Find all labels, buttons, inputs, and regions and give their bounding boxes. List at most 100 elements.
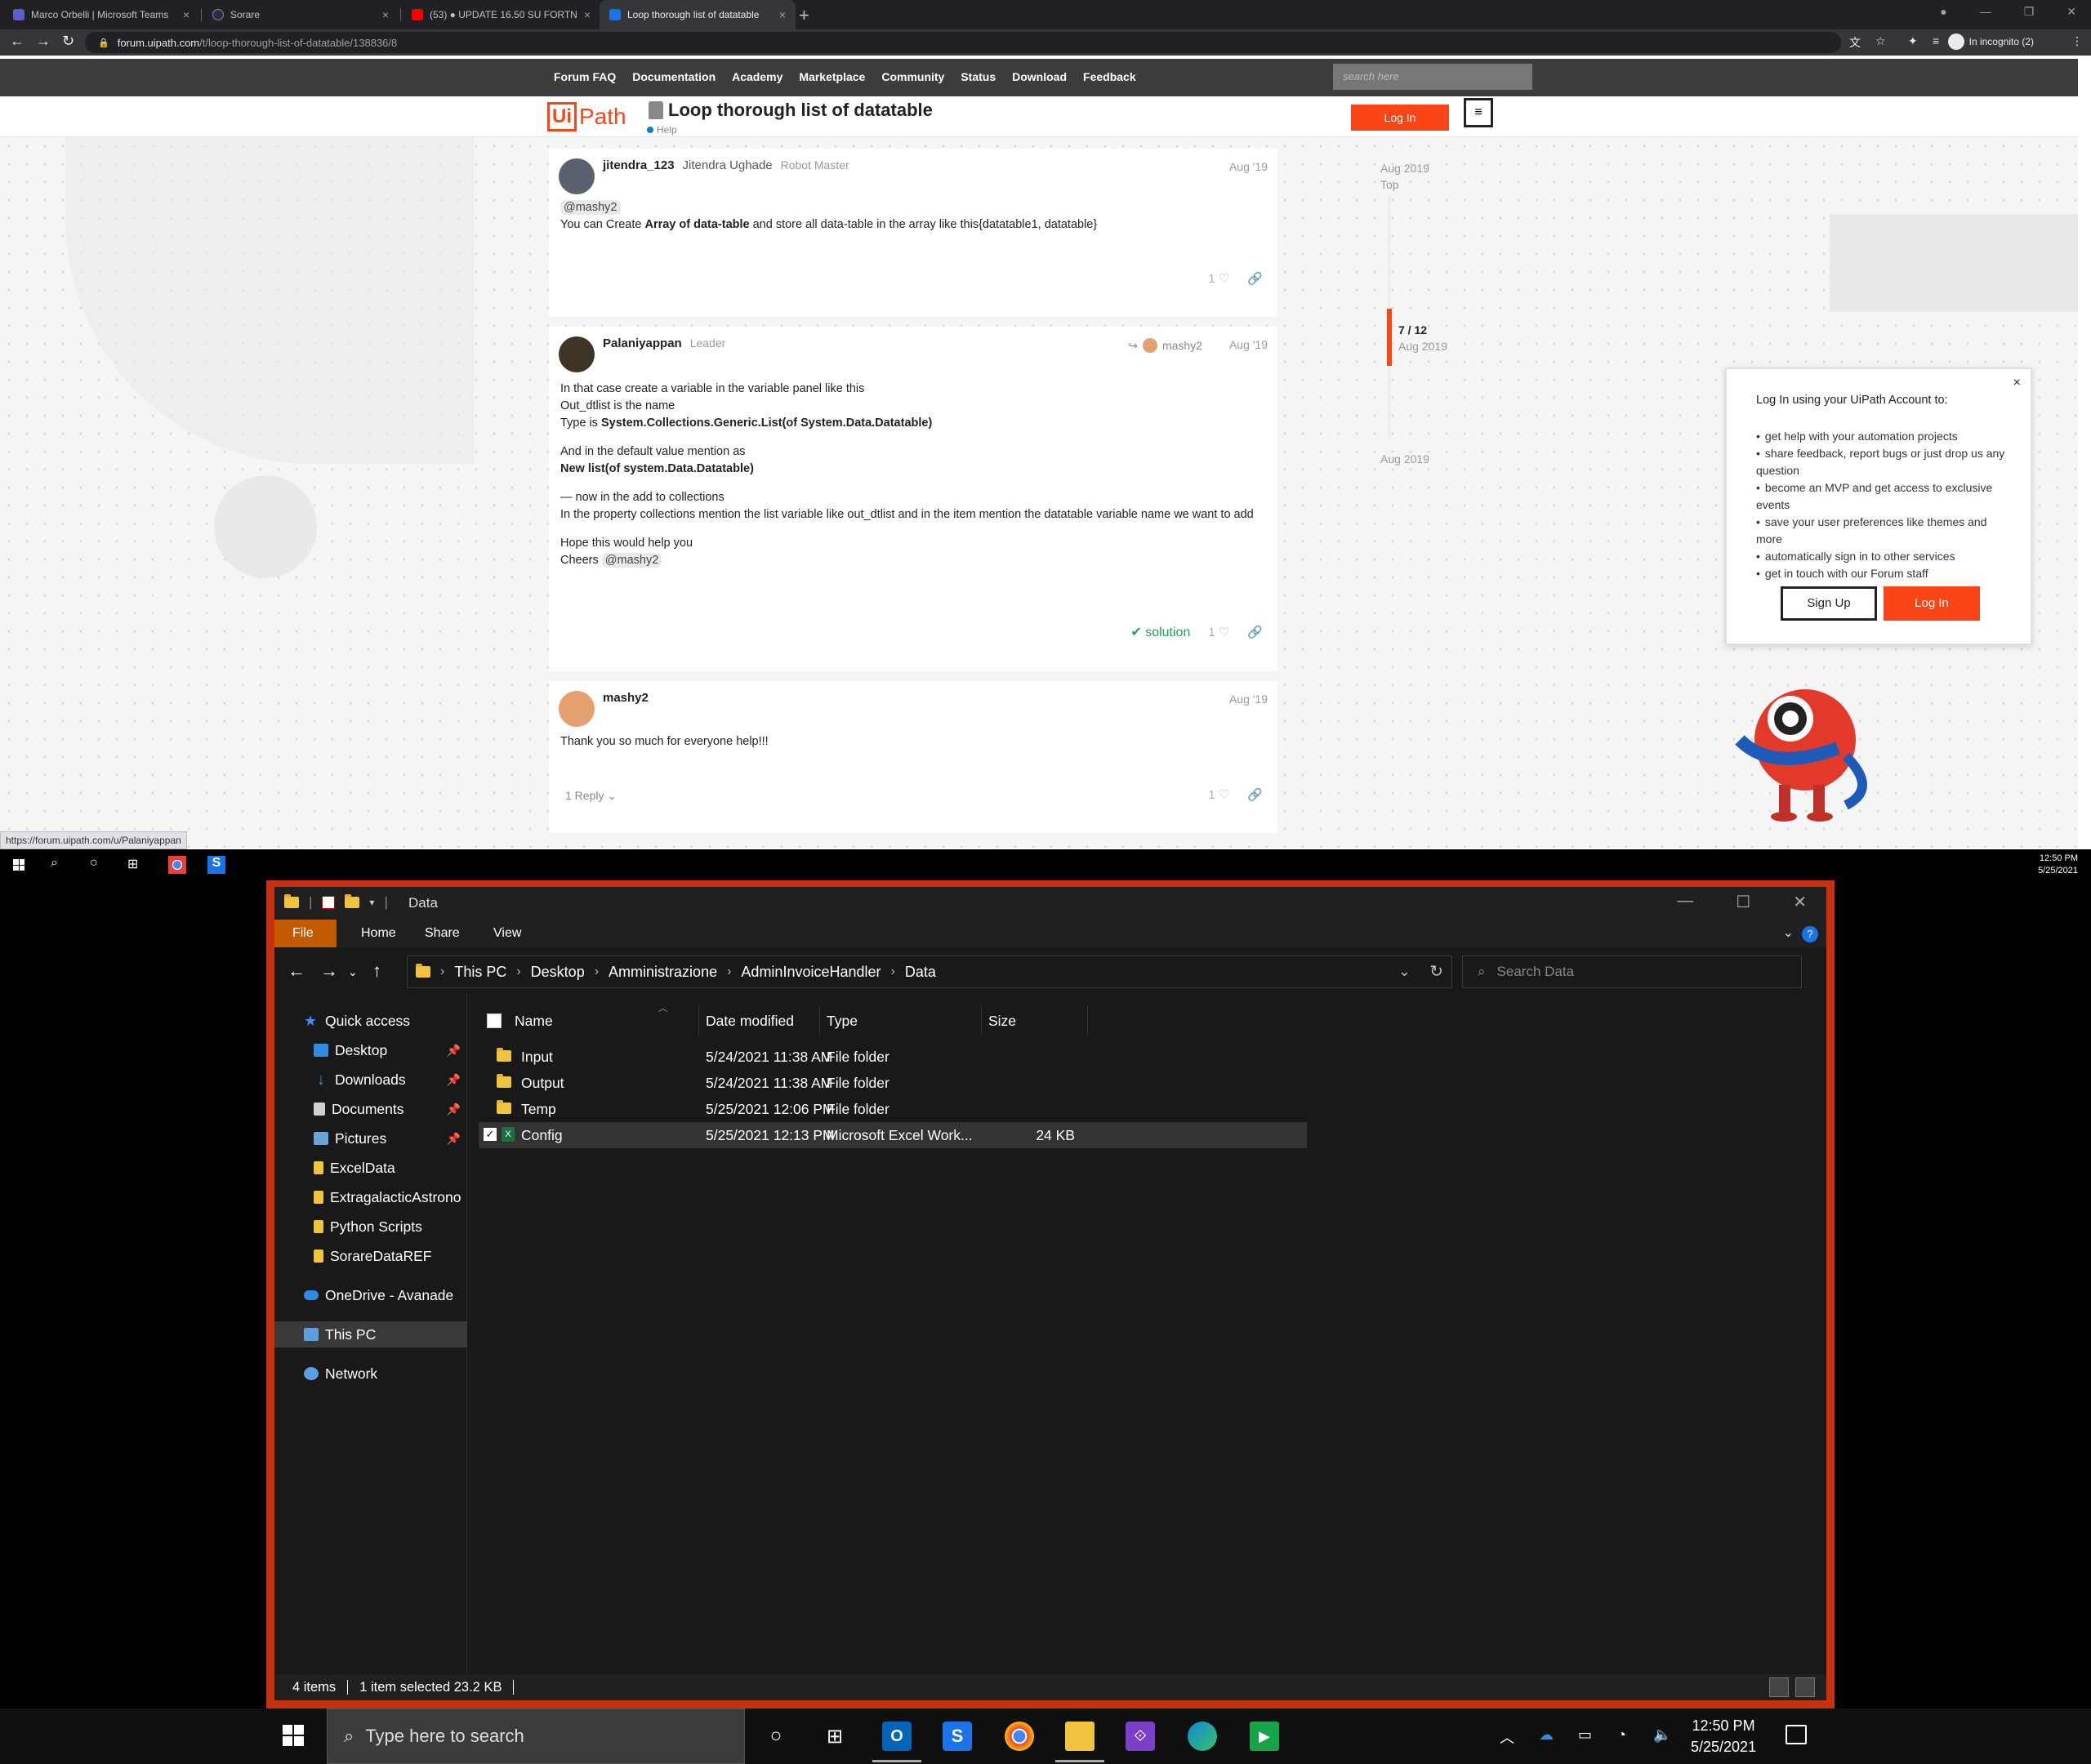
browser-menu-icon[interactable]: ⋮: [2071, 34, 2083, 48]
replies-toggle[interactable]: 1 Reply ⌄: [565, 789, 617, 803]
username-link[interactable]: Palaniyappan: [603, 336, 682, 350]
file-explorer-icon[interactable]: [1055, 1722, 1104, 1762]
search-icon[interactable]: ⌕: [51, 856, 58, 871]
cortana-icon[interactable]: ○: [90, 856, 98, 871]
bookmark-star-icon[interactable]: ☆: [1875, 34, 1886, 48]
properties-icon[interactable]: [322, 896, 336, 909]
file-row-config[interactable]: ✓ X Config 5/25/2021 12:13 PM Microsoft …: [479, 1122, 1307, 1148]
back-icon[interactable]: ←: [288, 960, 305, 982]
avatar[interactable]: [559, 158, 595, 194]
tab-youtube[interactable]: (53) ● UPDATE 16.50 SU FORTN ×: [402, 0, 598, 29]
breadcrumb-this-pc[interactable]: This PC: [454, 964, 506, 981]
column-header-size[interactable]: Size: [982, 1006, 1088, 1036]
post-date[interactable]: Aug '19: [1229, 693, 1268, 706]
row-checkbox[interactable]: ✓: [484, 1128, 497, 1141]
minimize-icon[interactable]: —: [1677, 892, 1693, 912]
profile-dot-icon[interactable]: ●: [1940, 5, 1946, 19]
wifi-icon[interactable]: ◔: [1617, 1726, 1626, 1744]
share-link-icon[interactable]: 🔗: [1247, 625, 1263, 639]
popup-login-button[interactable]: Log In: [1884, 586, 1980, 621]
nav-feedback[interactable]: Feedback: [1083, 70, 1136, 83]
sidebar-item-downloads[interactable]: ↓ Downloads 📌: [274, 1067, 467, 1093]
column-header-name[interactable]: Name ︿: [479, 1004, 699, 1036]
help-icon[interactable]: ?: [1802, 926, 1818, 942]
topic-title[interactable]: Loop thorough list of datatable: [649, 100, 933, 121]
close-icon[interactable]: ✕: [1793, 892, 1807, 912]
sidebar-item-soraredataref[interactable]: SorareDataREF: [274, 1243, 467, 1269]
pin-icon[interactable]: 📌: [447, 1073, 461, 1087]
username-link[interactable]: mashy2: [603, 691, 649, 705]
tab-view[interactable]: View: [480, 920, 534, 947]
task-view-icon[interactable]: ⊞: [820, 1722, 849, 1751]
url-input[interactable]: 🔒 forum.uipath.com/t/loop-thorough-list-…: [85, 32, 1841, 53]
volume-icon[interactable]: 🔈: [1653, 1726, 1671, 1744]
sidebar-item-exceldata[interactable]: ExcelData: [274, 1155, 467, 1181]
tab-home[interactable]: Home: [348, 920, 409, 947]
mention-link[interactable]: @mashy2: [560, 200, 621, 215]
chrome-icon[interactable]: [1005, 1722, 1034, 1751]
close-tab-icon[interactable]: ×: [577, 8, 591, 21]
post-date[interactable]: Aug '19: [1229, 160, 1268, 173]
column-header-date-modified[interactable]: Date modified: [699, 1006, 820, 1036]
mention-link[interactable]: @mashy2: [601, 553, 662, 568]
like-button[interactable]: 1 ♡: [1208, 271, 1229, 286]
forward-icon[interactable]: →: [36, 33, 51, 50]
pin-icon[interactable]: 📌: [447, 1044, 461, 1058]
back-icon[interactable]: ←: [10, 33, 25, 50]
share-link-icon[interactable]: 🔗: [1247, 787, 1263, 802]
forum-search-input[interactable]: search here: [1333, 64, 1532, 90]
like-button[interactable]: 1 ♡: [1208, 787, 1229, 802]
search-input[interactable]: ⌕ Search Data: [1462, 956, 1802, 988]
windows-start-icon[interactable]: [13, 859, 25, 871]
close-icon[interactable]: ✕: [2066, 5, 2076, 19]
file-row-input[interactable]: Input 5/24/2021 11:38 AM File folder: [479, 1044, 1307, 1070]
breadcrumb-amministrazione[interactable]: Amministrazione: [609, 964, 717, 981]
timeline-end-date[interactable]: Aug 2019: [1380, 452, 1429, 466]
timeline-scroller[interactable]: [1387, 309, 1392, 366]
uipath-studio-icon[interactable]: S: [943, 1722, 972, 1751]
expand-ribbon-icon[interactable]: ⌄: [1783, 924, 1794, 941]
uipath-logo[interactable]: Ui Path: [547, 100, 626, 133]
notification-center-icon[interactable]: [1786, 1725, 1807, 1744]
close-tab-icon[interactable]: ×: [376, 8, 389, 21]
file-row-output[interactable]: Output 5/24/2021 11:38 AM File folder: [479, 1070, 1307, 1096]
cortana-icon[interactable]: ○: [761, 1722, 791, 1751]
pin-icon[interactable]: 📌: [447, 1102, 461, 1116]
nav-status[interactable]: Status: [961, 70, 996, 83]
sidebar-item-extragalactic[interactable]: ExtragalacticAstrono: [274, 1184, 467, 1210]
restore-icon[interactable]: ❐: [2024, 5, 2035, 19]
outlook-icon[interactable]: O: [872, 1722, 921, 1762]
reading-list-icon[interactable]: ≡: [1933, 34, 1939, 47]
sidebar-item-quick-access[interactable]: ★ Quick access: [274, 1008, 467, 1034]
reply-to-indicator[interactable]: ↪ mashy2: [1128, 338, 1202, 353]
details-view-icon[interactable]: [1769, 1677, 1789, 1697]
timeline-top[interactable]: Top: [1380, 178, 1399, 191]
close-tab-icon[interactable]: ×: [773, 8, 786, 21]
breadcrumb-data[interactable]: Data: [905, 964, 936, 981]
nav-community[interactable]: Community: [881, 70, 944, 83]
tab-uipath-forum[interactable]: Loop thorough list of datatable ×: [600, 0, 796, 29]
hamburger-menu-icon[interactable]: ≡: [1464, 98, 1493, 127]
sidebar-item-python-scripts[interactable]: Python Scripts: [274, 1214, 467, 1240]
nav-download[interactable]: Download: [1012, 70, 1067, 83]
select-all-checkbox[interactable]: [487, 1013, 502, 1028]
studio-icon[interactable]: S: [207, 856, 225, 874]
column-header-type[interactable]: Type: [820, 1006, 982, 1036]
large-icons-view-icon[interactable]: [1795, 1677, 1815, 1697]
avatar[interactable]: [559, 336, 595, 372]
sidebar-item-this-pc[interactable]: This PC: [274, 1321, 467, 1348]
nav-marketplace[interactable]: Marketplace: [799, 70, 865, 83]
tab-teams[interactable]: Marco Orbelli | Microsoft Teams ×: [3, 0, 199, 29]
reload-icon[interactable]: ↻: [62, 33, 74, 50]
file-row-temp[interactable]: Temp 5/25/2021 12:06 PM File folder: [479, 1096, 1307, 1122]
address-dropdown-icon[interactable]: ⌄: [1398, 963, 1411, 980]
recent-locations-icon[interactable]: ⌄: [348, 965, 358, 979]
show-hidden-icons[interactable]: ︿: [1500, 1726, 1514, 1748]
taskbar-search-input[interactable]: ⌕ Type here to search: [327, 1708, 745, 1764]
sidebar-item-documents[interactable]: Documents 📌: [274, 1096, 467, 1122]
sign-up-button[interactable]: Sign Up: [1781, 586, 1877, 621]
nav-documentation[interactable]: Documentation: [632, 70, 716, 83]
breadcrumb-admininvoicehandler[interactable]: AdminInvoiceHandler: [741, 964, 881, 981]
chrome-icon[interactable]: [168, 856, 186, 874]
uipath-assistant-icon[interactable]: ⟐: [1126, 1722, 1155, 1751]
